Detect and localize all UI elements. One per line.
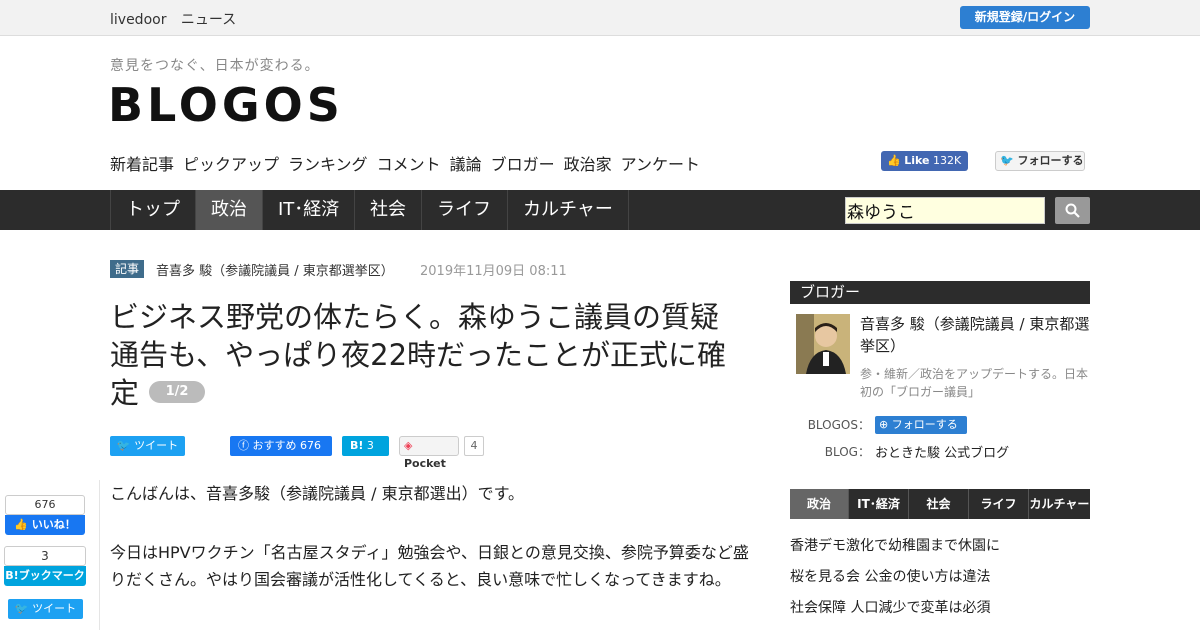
floating-hatena-button[interactable]: B!ブックマーク [4, 566, 86, 586]
blog-link[interactable]: おときた駿 公式ブログ [875, 442, 1009, 461]
pocket-icon: ◈ [404, 439, 413, 452]
article-paragraph: 今日はHPVワクチン「名古屋スタディ」勉強会や、日銀との意見交換、参院予算委など… [110, 543, 749, 589]
tab-politics[interactable]: 政治 [790, 489, 849, 519]
tab-culture[interactable]: カルチャー [1029, 489, 1090, 519]
brand-name[interactable]: livedoor [110, 12, 166, 28]
blogger-description: 参・維新／政治をアップデートする。日本初の「ブロガー議員」 [860, 367, 1089, 399]
sub-navigation: 新着記事 ピックアップ ランキング コメント 議論 ブロガー 政治家 アンケート [110, 151, 709, 175]
tab-life[interactable]: ライフ [969, 489, 1029, 519]
article-date: 2019年11月09日 08:11 [420, 264, 567, 279]
twitter-bird-icon: 🐦 [14, 602, 29, 615]
twitter-follow-button[interactable]: 🐦 フォローする [995, 151, 1085, 171]
search-icon [1065, 203, 1080, 218]
tw-follow-label: フォローする [1017, 154, 1084, 167]
floating-like-count: 676 [5, 495, 85, 515]
subnav-comment[interactable]: コメント [377, 155, 441, 174]
hatena-bookmark-button[interactable]: B! 3 [342, 436, 389, 456]
sidebar-heading: ブロガー [790, 281, 1090, 304]
nav-life[interactable]: ライフ [421, 190, 506, 230]
thumbs-up-icon: 👍 [14, 518, 28, 531]
facebook-icon: ⓕ [238, 439, 249, 452]
blogger-photo [796, 314, 850, 374]
search-input[interactable] [845, 197, 1045, 224]
floating-hatena-count: 3 [4, 546, 86, 566]
floating-tweet-button[interactable]: 🐦 ツイート [8, 599, 83, 619]
news-link[interactable]: 香港デモ激化で幼稚園まで休園に [790, 535, 1000, 555]
blogger-name[interactable]: 音喜多 駿（参議院議員 / 東京都選挙区） [860, 313, 1090, 357]
hatena-icon: B! [350, 439, 364, 452]
article-paragraph: こんばんは、音喜多駿（参議院議員 / 東京都選出）です。 [110, 484, 524, 503]
twitter-bird-icon: 🐦 [116, 439, 131, 452]
subnav-new[interactable]: 新着記事 [110, 155, 174, 174]
site-brand[interactable]: livedoor ニュース [110, 9, 246, 29]
pocket-label: Pocket [404, 457, 446, 470]
nav-culture[interactable]: カルチャー [507, 190, 629, 230]
article-title: ビジネス野党の体たらく。森ゆうこ議員の質疑通告も、やっぱり夜22時だったことが正… [110, 298, 740, 412]
subnav-pickup[interactable]: ピックアップ [183, 155, 279, 174]
page-indicator: 1/2 [149, 381, 206, 403]
fb-like-count: 132K [932, 154, 962, 167]
blogos-follow-label: フォローする [891, 418, 958, 431]
subnav-politician[interactable]: 政治家 [564, 155, 612, 174]
article-type-tag: 記事 [110, 260, 145, 278]
pocket-button[interactable]: ◈ Pocket [399, 436, 459, 470]
sidebar-category-tabs: 政治 IT･経済 社会 ライフ カルチャー [790, 489, 1090, 519]
subnav-discussion[interactable]: 議論 [450, 155, 482, 174]
floating-tweet-label: ツイート [32, 602, 77, 615]
tweet-label: ツイート [134, 439, 179, 452]
tagline: 意見をつなぐ、日本が変わる。 [110, 58, 320, 74]
tab-society[interactable]: 社会 [909, 489, 969, 519]
nav-top[interactable]: トップ [110, 190, 195, 230]
nav-society[interactable]: 社会 [354, 190, 421, 230]
search-button[interactable] [1055, 197, 1090, 224]
floating-like-label: いいね！ [31, 518, 76, 531]
nav-it-economy[interactable]: IT･経済 [262, 190, 354, 230]
blogger-avatar[interactable] [796, 314, 850, 374]
subnav-blogger[interactable]: ブロガー [491, 155, 555, 174]
pocket-count: 4 [464, 436, 484, 456]
article-author[interactable]: 音喜多 駿（参議院議員 / 東京都選挙区） [156, 260, 394, 279]
floating-like-button[interactable]: 👍 いいね！ [5, 515, 85, 535]
subnav-ranking[interactable]: ランキング [288, 155, 368, 174]
blogos-label: BLOGOS： [807, 418, 870, 432]
tab-it-economy[interactable]: IT･経済 [849, 489, 909, 519]
tweet-button[interactable]: 🐦 ツイート [110, 436, 185, 456]
fb-like-label: Like [904, 154, 930, 167]
brand-section[interactable]: ニュース [181, 12, 236, 28]
news-link[interactable]: 社会保障 人口減少で変革は必須 [790, 597, 990, 617]
thumbs-up-icon: 👍 [887, 154, 901, 167]
subnav-survey[interactable]: アンケート [621, 155, 700, 174]
facebook-like-button[interactable]: 👍 Like 132K [881, 151, 968, 171]
hatena-count: 3 [366, 439, 374, 452]
facebook-recommend-button[interactable]: ⓕ おすすめ 676 [230, 436, 332, 456]
news-link[interactable]: 桜を見る会 公金の使い方は違法 [790, 566, 990, 586]
fb-recommend-label: おすすめ 676 [252, 439, 322, 452]
site-logo[interactable]: BLOGOS [108, 78, 344, 132]
blog-label: BLOG： [824, 445, 870, 459]
nav-politics[interactable]: 政治 [195, 190, 262, 230]
top-bar: livedoor ニュース 新規登録/ログイン [0, 0, 1200, 36]
blogos-follow-button[interactable]: ⊕ フォローする [875, 416, 967, 434]
register-login-button[interactable]: 新規登録/ログイン [960, 6, 1090, 29]
plus-icon: ⊕ [879, 418, 889, 431]
twitter-bird-icon: 🐦 [1000, 154, 1014, 167]
